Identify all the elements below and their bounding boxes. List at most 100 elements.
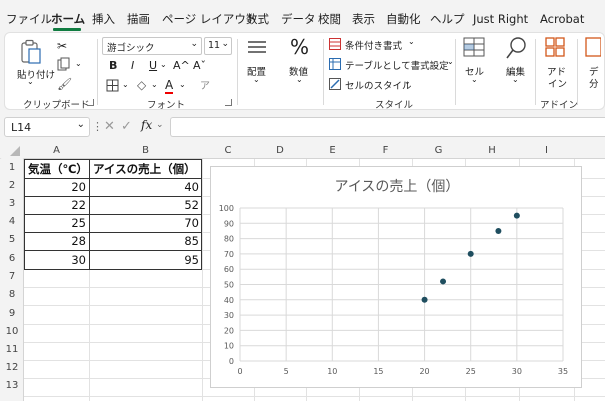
fill-dropdown-icon[interactable]: ⌄ <box>151 80 158 89</box>
cell-B3[interactable]: 52 <box>90 196 202 214</box>
cells-dropdown-icon[interactable]: ⌄ <box>471 75 478 84</box>
formula-input[interactable] <box>170 117 605 137</box>
cell-A4[interactable]: 25 <box>25 214 89 232</box>
font-color-dropdown-icon[interactable]: ⌄ <box>179 80 186 89</box>
row-header-12[interactable]: 12 <box>0 362 24 373</box>
column-header-F[interactable]: F <box>359 142 412 159</box>
cell-B1[interactable]: アイスの売上（個） <box>90 160 202 178</box>
analyze-data-icon[interactable] <box>585 37 602 60</box>
column-header-H[interactable]: H <box>465 142 519 159</box>
borders-icon[interactable] <box>106 79 119 95</box>
insert-function-icon[interactable]: fx <box>141 118 152 132</box>
row-header-8[interactable]: 8 <box>0 289 24 300</box>
copy-dropdown-icon[interactable]: ⌄ <box>75 59 82 68</box>
grow-font-button[interactable]: A^ <box>173 59 190 72</box>
select-all-button[interactable] <box>0 142 24 159</box>
tab-help[interactable]: ヘルプ <box>430 12 465 26</box>
underline-button[interactable]: U <box>149 59 157 72</box>
alignment-icon[interactable] <box>247 39 267 60</box>
cell-B5[interactable]: 85 <box>90 232 202 250</box>
copy-icon[interactable] <box>57 57 71 74</box>
row-header-10[interactable]: 10 <box>0 326 24 337</box>
cell-A6[interactable]: 30 <box>25 251 89 269</box>
row-header-11[interactable]: 11 <box>0 344 24 355</box>
table-border <box>24 269 202 270</box>
row-header-4[interactable]: 4 <box>0 216 24 227</box>
tab-file[interactable]: ファイル <box>6 12 52 26</box>
cells-icon[interactable] <box>463 37 485 60</box>
tab-just-right[interactable]: Just Right <box>473 12 528 26</box>
percent-icon[interactable]: % <box>290 35 309 59</box>
font-launcher-icon[interactable] <box>225 99 232 106</box>
cell-B4[interactable]: 70 <box>90 214 202 232</box>
format-painter-icon[interactable]: 🖌 <box>57 77 72 91</box>
row-header-3[interactable]: 3 <box>0 198 24 209</box>
analyze-data-label-2[interactable]: 分 <box>589 76 599 90</box>
format-as-table-button[interactable]: テーブルとして書式設定 <box>345 58 449 72</box>
row-header-2[interactable]: 2 <box>0 180 24 191</box>
row-header-1[interactable]: 1 <box>0 162 24 173</box>
row-header-5[interactable]: 5 <box>0 234 24 245</box>
cell-styles-button[interactable]: セルのスタイル <box>345 78 412 92</box>
font-name-select[interactable]: 游ゴシック ⌄ <box>102 37 202 55</box>
separator <box>577 39 578 105</box>
cell-A5[interactable]: 28 <box>25 232 89 250</box>
chevron-down-icon[interactable]: ⌄ <box>156 120 164 130</box>
cell-B2[interactable]: 40 <box>90 178 202 196</box>
column-header-B[interactable]: B <box>89 142 202 159</box>
tab-review[interactable]: 校閲 <box>318 12 341 26</box>
cell-A2[interactable]: 20 <box>25 178 89 196</box>
tab-formulas[interactable]: 数式 <box>246 12 269 26</box>
cell-A1[interactable]: 気温（℃） <box>25 160 89 178</box>
column-header-D[interactable]: D <box>254 142 306 159</box>
row-header-13[interactable]: 13 <box>0 380 24 391</box>
row-header-6[interactable]: 6 <box>0 253 24 264</box>
conditional-format-button[interactable]: 条件付き書式 <box>345 38 402 52</box>
alignment-dropdown-icon[interactable]: ⌄ <box>253 75 260 84</box>
add-ins-icon[interactable] <box>545 37 565 60</box>
number-dropdown-icon[interactable]: ⌄ <box>296 75 303 84</box>
tab-data[interactable]: データ <box>281 12 316 26</box>
column-header-A[interactable]: A <box>24 142 89 159</box>
font-size-select[interactable]: 11 ⌄ <box>204 37 232 55</box>
fill-color-icon[interactable]: ◇ <box>137 78 146 92</box>
row-header-9[interactable]: 9 <box>0 308 24 319</box>
scatter-chart[interactable]: アイスの売上（個） 0 10 20 30 40 50 60 70 80 90 100 0 5 10 15 20… <box>210 166 582 388</box>
tab-page-layout[interactable]: ページ レイアウト <box>162 12 257 26</box>
name-box[interactable]: L14 ⌄ <box>4 117 90 137</box>
shrink-font-button[interactable]: Aˇ <box>193 59 206 72</box>
tab-insert[interactable]: 挿入 <box>92 12 115 26</box>
cell-B6[interactable]: 95 <box>90 251 202 269</box>
borders-dropdown-icon[interactable]: ⌄ <box>122 80 129 89</box>
search-icon[interactable] <box>505 36 527 63</box>
enter-icon[interactable]: ✓ <box>121 119 132 134</box>
font-color-icon[interactable]: A <box>165 78 174 94</box>
cell-A3[interactable]: 22 <box>25 196 89 214</box>
row-header-7[interactable]: 7 <box>0 271 24 282</box>
more-options-icon[interactable]: ⋮ <box>92 120 103 133</box>
add-ins-label-2[interactable]: イン <box>548 76 567 90</box>
bold-button[interactable]: B <box>109 59 117 72</box>
data-point <box>467 250 474 257</box>
clipboard-launcher-icon[interactable] <box>87 99 94 106</box>
chevron-down-icon: ⌄ <box>408 37 415 46</box>
underline-dropdown-icon[interactable]: ⌄ <box>160 60 167 69</box>
italic-button[interactable]: I <box>131 59 134 72</box>
paste-dropdown-icon[interactable]: ⌄ <box>27 77 34 86</box>
column-header-I[interactable]: I <box>519 142 574 159</box>
paste-icon[interactable] <box>19 39 43 65</box>
tab-draw[interactable]: 描画 <box>127 12 150 26</box>
cancel-icon[interactable]: ✕ <box>104 119 115 134</box>
tab-acrobat[interactable]: Acrobat <box>540 12 584 26</box>
tab-view[interactable]: 表示 <box>352 12 375 26</box>
column-header-C[interactable]: C <box>202 142 254 159</box>
column-header-E[interactable]: E <box>306 142 359 159</box>
paste-label[interactable]: 貼り付け <box>17 67 55 81</box>
tab-home[interactable]: ホーム <box>51 12 85 26</box>
cut-icon[interactable]: ✂ <box>57 39 67 53</box>
tab-automate[interactable]: 自動化 <box>386 12 421 26</box>
column-header-G[interactable]: G <box>412 142 465 159</box>
editing-dropdown-icon[interactable]: ⌄ <box>512 75 519 84</box>
phonetic-icon[interactable]: ア <box>200 77 210 92</box>
ribbon: 貼り付け ⌄ ✂ ⌄ 🖌 クリップボード 游ゴシック ⌄ 11 ⌄ B I U … <box>4 32 605 111</box>
